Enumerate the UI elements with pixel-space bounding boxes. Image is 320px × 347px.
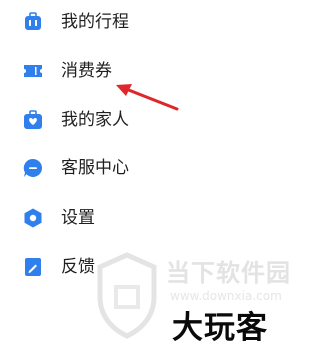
coupon-icon <box>22 60 44 82</box>
family-icon <box>22 109 44 131</box>
watermark: 当下软件园 www.downxia.com 大玩客 <box>86 245 290 346</box>
itinerary-icon <box>22 11 44 33</box>
customer-service-icon <box>22 157 44 179</box>
menu-label: 我的行程 <box>61 12 129 32</box>
watermark-mark: 大玩客 <box>172 310 268 346</box>
watermark-brand: 当下软件园 <box>166 259 291 287</box>
menu-item-settings[interactable]: 设置 <box>0 198 276 238</box>
settings-icon <box>22 207 44 229</box>
menu-item-customer-service[interactable]: 客服中心 <box>0 148 276 188</box>
feedback-icon <box>22 256 44 278</box>
menu-item-itinerary[interactable]: 我的行程 <box>0 2 276 42</box>
menu-label: 设置 <box>61 208 95 228</box>
watermark-shield-icon <box>97 252 157 339</box>
menu-label: 客服中心 <box>61 158 129 178</box>
annotation-arrow <box>116 84 179 111</box>
watermark-url: www.downxia.com <box>170 289 282 303</box>
menu-label: 消费券 <box>61 61 112 81</box>
